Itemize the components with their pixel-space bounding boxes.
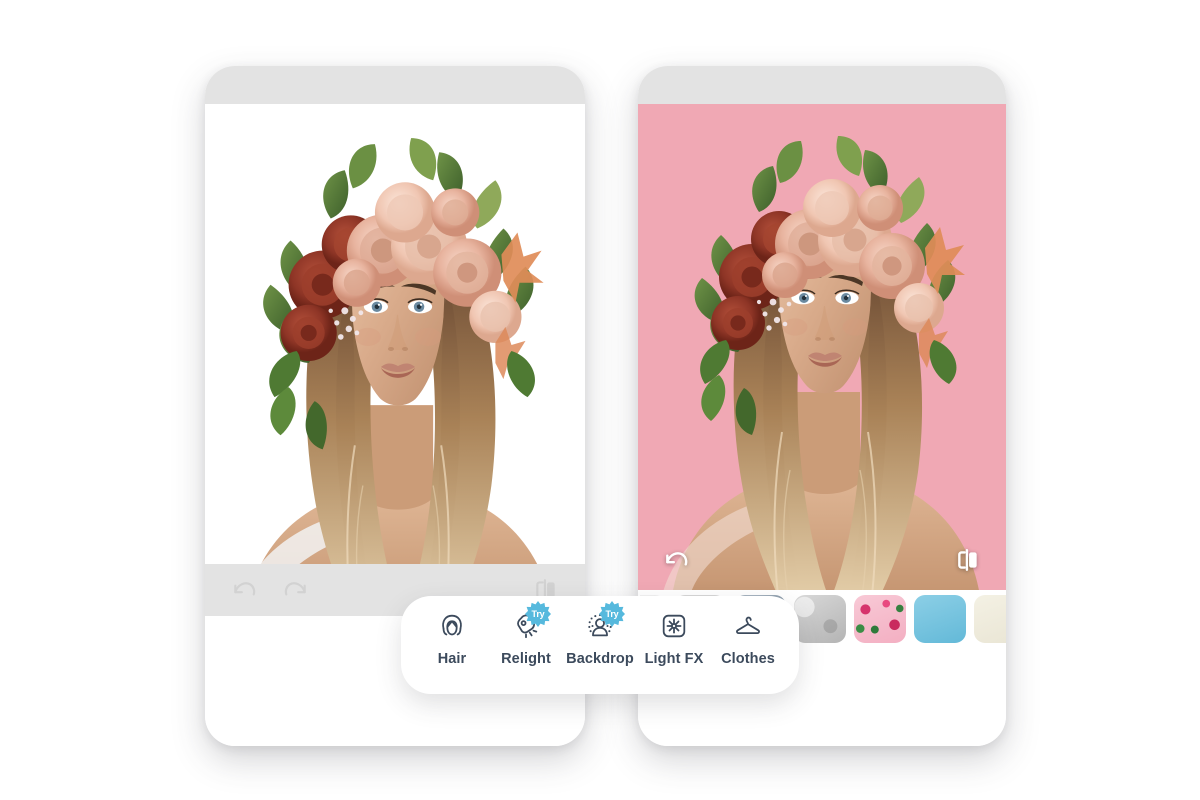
- status-bar: [205, 66, 585, 104]
- portrait-image-original: [205, 104, 585, 616]
- tool-label: Relight: [501, 651, 551, 667]
- try-badge: Try: [525, 601, 551, 627]
- tool-clothes[interactable]: Clothes: [711, 610, 785, 667]
- redo-icon[interactable]: [279, 573, 313, 607]
- try-label: Try: [605, 608, 619, 619]
- swatch-blue[interactable]: [914, 595, 966, 643]
- tool-hair[interactable]: Hair: [415, 610, 489, 667]
- tool-relight[interactable]: Try Relight: [489, 601, 563, 667]
- tool-label: Clothes: [721, 651, 775, 667]
- tool-label: Hair: [437, 651, 467, 667]
- portrait-image-edited: [638, 104, 1006, 596]
- lightfx-icon: [658, 610, 690, 642]
- swatch-concrete[interactable]: [794, 595, 846, 643]
- try-badge: Try: [599, 601, 625, 627]
- photo-canvas-original[interactable]: [205, 104, 585, 616]
- swatch-cream[interactable]: [974, 595, 1006, 643]
- backdrop-icon: Try: [584, 601, 625, 642]
- overlay-controls: [638, 542, 1006, 578]
- tool-light-fx[interactable]: Light FX: [637, 610, 711, 667]
- try-label: Try: [531, 608, 545, 619]
- tool-backdrop[interactable]: Try Backdrop: [563, 601, 637, 667]
- hair-icon: [436, 610, 468, 642]
- tool-label: Backdrop: [566, 651, 634, 667]
- photo-canvas-edited[interactable]: [638, 104, 1006, 596]
- clothes-icon: [732, 610, 764, 642]
- undo-icon[interactable]: [660, 544, 692, 576]
- swatch-floral[interactable]: [854, 595, 906, 643]
- tool-label: Light FX: [644, 651, 704, 667]
- before-phone: Hair Try Relight Try Backdrop Light FX C…: [205, 66, 799, 746]
- screenshot-stage: Hair Try Relight Try Backdrop Light FX C…: [0, 0, 1200, 800]
- status-bar: [638, 66, 1006, 104]
- undo-icon[interactable]: [227, 573, 261, 607]
- bottom-toolbar: Hair Try Relight Try Backdrop Light FX C…: [401, 596, 799, 694]
- compare-icon[interactable]: [952, 544, 984, 576]
- relight-icon: Try: [510, 601, 551, 642]
